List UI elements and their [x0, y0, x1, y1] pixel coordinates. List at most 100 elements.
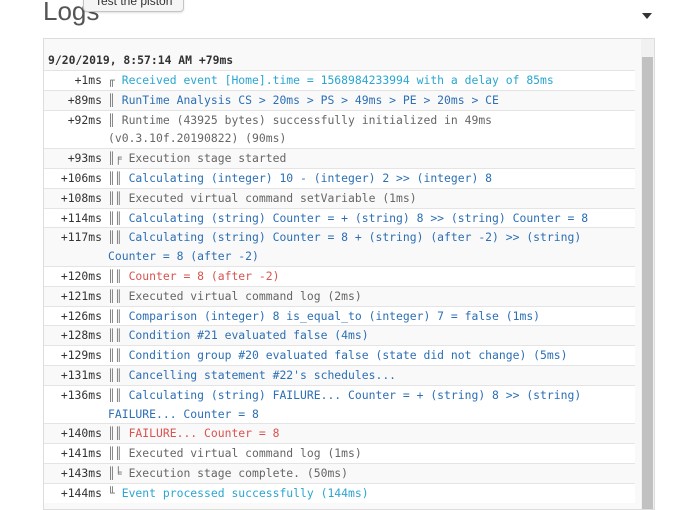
- log-tree-prefix: ║: [108, 112, 122, 127]
- log-text: FAILURE... Counter = 8: [128, 426, 280, 441]
- log-row: +136ms ║║ Calculating (string) FAILURE...…: [44, 384, 635, 424]
- log-message: ║║ Calculating (string) Counter = 8 + (s…: [108, 228, 635, 266]
- caret-down-icon[interactable]: [642, 13, 652, 19]
- log-message: ╓ Received event [Home].time = 156898423…: [108, 71, 635, 90]
- logs-header: Logs Test the piston: [0, 0, 677, 38]
- log-message: ║║ Executed virtual command log (2ms): [108, 287, 635, 306]
- log-row: +1ms ╓ Received event [Home].time = 15689…: [44, 70, 635, 90]
- log-timestamp: +129ms: [60, 348, 102, 363]
- log-timestamp: +128ms: [60, 328, 102, 343]
- log-message: ║ RunTime Analysis CS > 20ms > PS > 49ms…: [108, 91, 635, 110]
- log-row: +129ms ║║ Condition group #20 evaluated f…: [44, 345, 635, 365]
- log-rows: +1ms ╓ Received event [Home].time = 15689…: [44, 70, 635, 503]
- log-message: ║╘ Execution stage complete. (50ms): [108, 464, 635, 483]
- log-text: Calculating (string) Counter = + (string…: [128, 210, 589, 225]
- log-text: Condition group #20 evaluated false (sta…: [128, 348, 568, 363]
- log-text: Received event [Home].time = 15689842339…: [121, 73, 554, 87]
- log-tree-prefix: ║║: [108, 348, 129, 363]
- log-timestamp: +93ms: [67, 151, 102, 166]
- log-message: ║║ Condition group #20 evaluated false (…: [108, 346, 635, 365]
- log-message: ║║ Comparison (integer) 8 is_equal_to (i…: [108, 307, 635, 326]
- log-message: ║║ Executed virtual command log (1ms): [108, 444, 635, 463]
- log-text: Executed virtual command log (2ms): [128, 288, 362, 303]
- log-text: Execution stage complete. (50ms): [128, 465, 349, 480]
- log-timestamp: +131ms: [60, 367, 102, 382]
- log-text: Execution stage started: [128, 151, 287, 166]
- log-row: +143ms ║╘ Execution stage complete. (50ms…: [44, 462, 635, 483]
- log-header-timestamp: 9/20/2019, 8:57:14 AM +79ms: [48, 53, 234, 67]
- log-text: Executed virtual command setVariable (1m…: [128, 190, 417, 205]
- log-timestamp: +126ms: [60, 308, 102, 323]
- log-tree-prefix: ║║: [108, 328, 129, 343]
- log-tree-prefix: ║║: [108, 387, 129, 402]
- log-timestamp: +1ms: [74, 73, 102, 87]
- log-message: ║║ Cancelling statement #22's schedules.…: [108, 366, 635, 385]
- log-message: ║║ Condition #21 evaluated false (4ms): [108, 326, 635, 345]
- log-tree-prefix: ║║: [108, 446, 129, 461]
- log-message: ║ Runtime (43925 bytes) successfully ini…: [108, 111, 635, 149]
- log-row: +93ms ║╒ Execution stage started: [44, 148, 635, 168]
- log-message: ║║ Calculating (string) Counter = + (str…: [108, 209, 635, 228]
- log-text: Calculating (string) Counter = 8 + (stri…: [108, 230, 589, 264]
- log-row: +92ms ║ Runtime (43925 bytes) successfull…: [44, 109, 635, 149]
- log-tree-prefix: ╓: [108, 73, 122, 87]
- log-row: +108ms ║║ Executed virtual command setVar…: [44, 187, 635, 208]
- log-timestamp: +121ms: [60, 288, 102, 303]
- log-timestamp: +117ms: [60, 230, 102, 245]
- log-timestamp: +108ms: [60, 190, 102, 205]
- log-text: Executed virtual command log (1ms): [128, 446, 362, 461]
- log-text: RunTime Analysis CS > 20ms > PS > 49ms >…: [121, 92, 499, 107]
- log-message: ║╒ Execution stage started: [108, 149, 635, 168]
- log-row: +126ms ║║ Comparison (integer) 8 is_equal…: [44, 305, 635, 326]
- log-tree-prefix: ║║: [108, 268, 129, 283]
- log-timestamp: +120ms: [60, 268, 102, 283]
- log-tree-prefix: ║║: [108, 170, 129, 185]
- log-row: +120ms ║║ Counter = 8 (after -2): [44, 265, 635, 286]
- log-timestamp: +92ms: [67, 112, 102, 127]
- log-row: +117ms ║║ Calculating (string) Counter = …: [44, 227, 635, 266]
- log-row: +106ms ║║ Calculating (integer) 10 - (int…: [44, 167, 635, 188]
- log-text: Calculating (integer) 10 - (integer) 2 >…: [128, 170, 493, 185]
- log-row: +89ms ║ RunTime Analysis CS > 20ms > PS >…: [44, 89, 635, 110]
- log-text: Cancelling statement #22's schedules...: [128, 367, 397, 382]
- log-message: ║║ FAILURE... Counter = 8: [108, 424, 635, 443]
- log-message: ║║ Executed virtual command setVariable …: [108, 189, 635, 208]
- log-text: Calculating (string) FAILURE... Counter …: [108, 387, 589, 421]
- log-timestamp: +143ms: [60, 465, 102, 480]
- log-timestamp: +136ms: [60, 387, 102, 402]
- log-tree-prefix: ║║: [108, 230, 129, 245]
- log-tree-prefix: ║╒: [108, 151, 129, 166]
- log-tree-prefix: ║║: [108, 308, 129, 323]
- log-timestamp: +140ms: [60, 426, 102, 441]
- log-text: Comparison (integer) 8 is_equal_to (inte…: [128, 308, 541, 323]
- log-row: +128ms ║║ Condition #21 evaluated false (…: [44, 325, 635, 345]
- log-tree-prefix: ║║: [108, 426, 129, 441]
- log-row: +140ms ║║ FAILURE... Counter = 8: [44, 423, 635, 443]
- log-timestamp: +89ms: [67, 92, 102, 107]
- log-message: ╙ Event processed successfully (144ms): [108, 484, 635, 503]
- scrollbar[interactable]: [641, 39, 654, 509]
- log-row: +131ms ║║ Cancelling statement #22's sche…: [44, 364, 635, 385]
- log-tree-prefix: ║║: [108, 288, 129, 303]
- log-message: ║║ Calculating (integer) 10 - (integer) …: [108, 169, 635, 188]
- log-tree-prefix: ║║: [108, 190, 129, 205]
- log-tree-prefix: ║: [108, 92, 122, 107]
- log-tree-prefix: ║║: [108, 367, 129, 382]
- scrollbar-thumb[interactable]: [642, 57, 653, 509]
- log-timestamp: +106ms: [60, 170, 102, 185]
- log-text: Counter = 8 (after -2): [128, 268, 280, 283]
- log-list: 9/20/2019, 8:57:14 AM +79ms +1ms ╓ Receiv…: [44, 39, 635, 503]
- log-row: +144ms ╙ Event processed successfully (14…: [44, 482, 635, 503]
- log-text: Condition #21 evaluated false (4ms): [128, 328, 369, 343]
- log-timestamp: +141ms: [60, 446, 102, 461]
- log-message: ║║ Calculating (string) FAILURE... Count…: [108, 386, 635, 424]
- logs-panel[interactable]: 9/20/2019, 8:57:14 AM +79ms +1ms ╓ Receiv…: [43, 38, 655, 510]
- log-row: +114ms ║║ Calculating (string) Counter = …: [44, 207, 635, 228]
- log-row: +121ms ║║ Executed virtual command log (2…: [44, 285, 635, 306]
- log-tree-prefix: ║║: [108, 210, 129, 225]
- log-row: +141ms ║║ Executed virtual command log (1…: [44, 443, 635, 463]
- log-timestamp: +144ms: [60, 485, 102, 500]
- test-piston-button[interactable]: Test the piston: [83, 0, 185, 12]
- log-text: Runtime (43925 bytes) successfully initi…: [108, 112, 499, 146]
- log-tree-prefix: ║╘: [108, 465, 129, 480]
